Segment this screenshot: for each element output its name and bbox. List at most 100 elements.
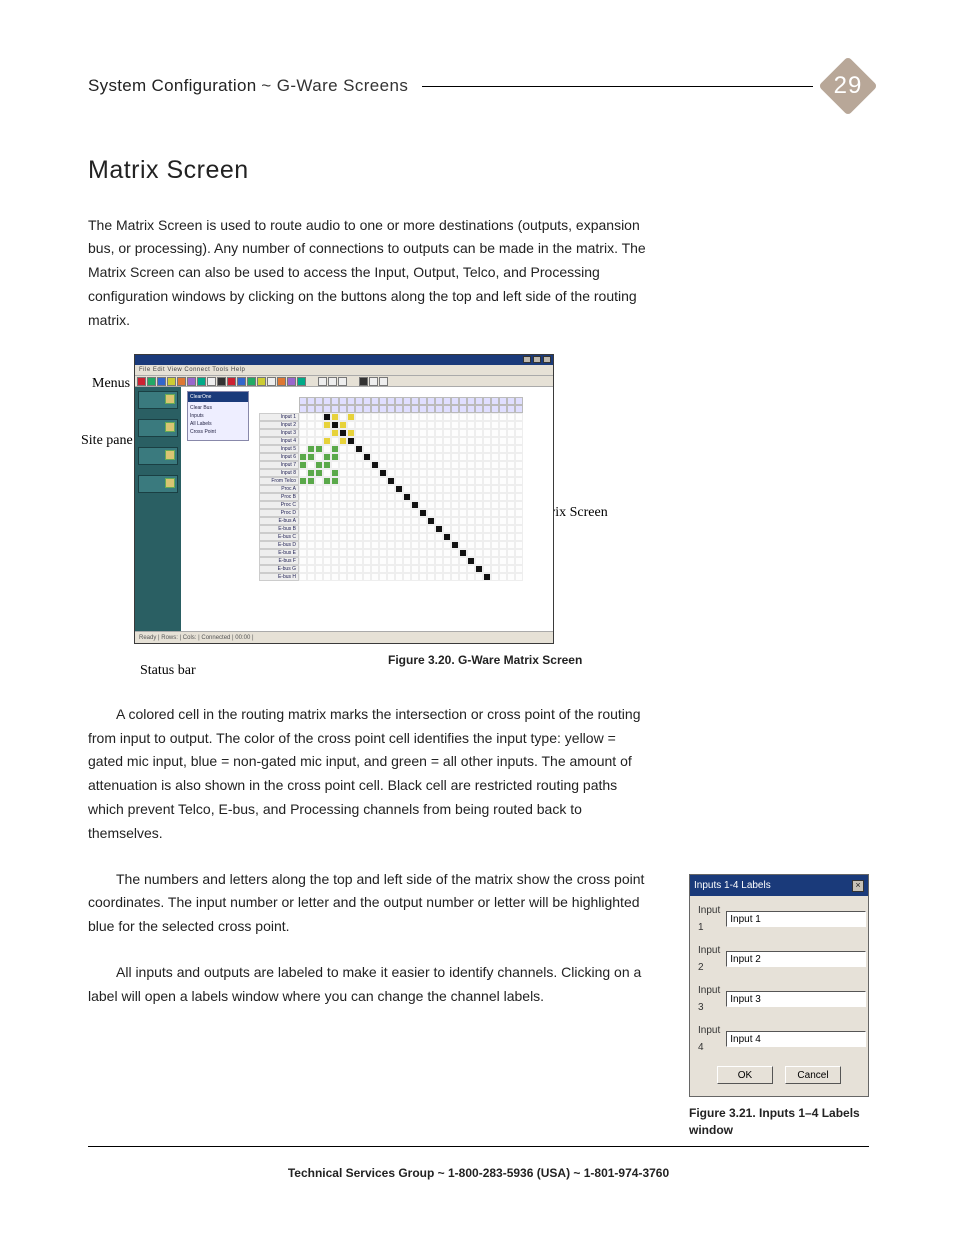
matrix-cell[interactable] [307, 509, 315, 517]
matrix-cell[interactable] [451, 565, 459, 573]
matrix-cell[interactable] [515, 565, 523, 573]
matrix-cell[interactable] [499, 421, 507, 429]
matrix-cell[interactable] [451, 469, 459, 477]
matrix-cell[interactable] [339, 509, 347, 517]
matrix-cell[interactable] [315, 421, 323, 429]
matrix-cell[interactable] [379, 549, 387, 557]
matrix-cell[interactable] [323, 469, 331, 477]
matrix-cell[interactable] [379, 445, 387, 453]
matrix-cell[interactable] [507, 509, 515, 517]
matrix-cell[interactable] [395, 421, 403, 429]
matrix-cell[interactable] [339, 501, 347, 509]
matrix-cell[interactable] [435, 525, 443, 533]
matrix-cell[interactable] [387, 549, 395, 557]
matrix-cell[interactable] [387, 413, 395, 421]
matrix-cell[interactable] [315, 549, 323, 557]
matrix-row-label[interactable]: Input 5 [259, 445, 299, 453]
matrix-cell[interactable] [419, 469, 427, 477]
matrix-cell[interactable] [307, 461, 315, 469]
matrix-cell[interactable] [315, 565, 323, 573]
matrix-cell[interactable] [395, 477, 403, 485]
matrix-cell[interactable] [411, 413, 419, 421]
matrix-cell[interactable] [347, 485, 355, 493]
toolbar-icon[interactable] [137, 377, 146, 386]
matrix-cell[interactable] [355, 469, 363, 477]
matrix-cell[interactable] [411, 453, 419, 461]
matrix-cell[interactable] [507, 501, 515, 509]
matrix-cell[interactable] [347, 501, 355, 509]
matrix-cell[interactable] [419, 477, 427, 485]
site-item[interactable] [138, 419, 178, 437]
matrix-cell[interactable] [387, 429, 395, 437]
matrix-cell[interactable] [403, 469, 411, 477]
toolbar-icon[interactable] [318, 377, 327, 386]
matrix-cell[interactable] [315, 429, 323, 437]
matrix-cell[interactable] [403, 445, 411, 453]
matrix-cell[interactable] [363, 437, 371, 445]
matrix-cell[interactable] [515, 461, 523, 469]
matrix-cell[interactable] [363, 517, 371, 525]
matrix-cell[interactable] [499, 565, 507, 573]
matrix-cell[interactable] [315, 485, 323, 493]
matrix-cell[interactable] [475, 421, 483, 429]
matrix-cell[interactable] [371, 557, 379, 565]
matrix-cell[interactable] [419, 461, 427, 469]
matrix-cell[interactable] [363, 541, 371, 549]
matrix-cell[interactable] [307, 501, 315, 509]
toolbar-icon[interactable] [237, 377, 246, 386]
matrix-cell[interactable] [395, 485, 403, 493]
matrix-cell[interactable] [299, 565, 307, 573]
matrix-cell[interactable] [515, 509, 523, 517]
matrix-cell[interactable] [467, 437, 475, 445]
matrix-cell[interactable] [419, 573, 427, 581]
matrix-cell[interactable] [515, 429, 523, 437]
matrix-cell[interactable] [347, 557, 355, 565]
matrix-cell[interactable] [443, 485, 451, 493]
matrix-area[interactable]: ClearOne Clear Bus Inputs All Labels Cro… [181, 387, 553, 631]
matrix-cell[interactable] [507, 429, 515, 437]
matrix-cell[interactable] [387, 453, 395, 461]
matrix-cell[interactable] [363, 549, 371, 557]
matrix-cell[interactable] [307, 445, 315, 453]
matrix-cell[interactable] [451, 509, 459, 517]
matrix-cell[interactable] [411, 461, 419, 469]
matrix-cell[interactable] [307, 541, 315, 549]
matrix-cell[interactable] [459, 469, 467, 477]
matrix-cell[interactable] [403, 461, 411, 469]
matrix-cell[interactable] [347, 429, 355, 437]
matrix-cell[interactable] [515, 525, 523, 533]
matrix-cell[interactable] [371, 437, 379, 445]
matrix-cell[interactable] [435, 445, 443, 453]
matrix-cell[interactable] [515, 533, 523, 541]
matrix-cell[interactable] [323, 437, 331, 445]
matrix-cell[interactable] [403, 541, 411, 549]
matrix-cell[interactable] [379, 421, 387, 429]
matrix-cell[interactable] [427, 533, 435, 541]
matrix-cell[interactable] [507, 525, 515, 533]
matrix-cell[interactable] [323, 485, 331, 493]
matrix-cell[interactable] [395, 549, 403, 557]
matrix-cell[interactable] [387, 565, 395, 573]
matrix-cell[interactable] [467, 453, 475, 461]
matrix-cell[interactable] [515, 493, 523, 501]
matrix-cell[interactable] [403, 533, 411, 541]
matrix-cell[interactable] [435, 477, 443, 485]
toolbar-icon[interactable] [227, 377, 236, 386]
matrix-cell[interactable] [443, 453, 451, 461]
matrix-cell[interactable] [427, 509, 435, 517]
matrix-cell[interactable] [331, 493, 339, 501]
matrix-cell[interactable] [435, 533, 443, 541]
matrix-row-label[interactable]: From Telco [259, 477, 299, 485]
matrix-cell[interactable] [395, 525, 403, 533]
matrix-cell[interactable] [299, 501, 307, 509]
matrix-cell[interactable] [331, 501, 339, 509]
matrix-cell[interactable] [411, 573, 419, 581]
matrix-cell[interactable] [395, 429, 403, 437]
matrix-cell[interactable] [387, 525, 395, 533]
matrix-cell[interactable] [459, 517, 467, 525]
matrix-cell[interactable] [339, 485, 347, 493]
matrix-cell[interactable] [515, 517, 523, 525]
matrix-cell[interactable] [331, 541, 339, 549]
matrix-cell[interactable] [499, 453, 507, 461]
matrix-cell[interactable] [363, 429, 371, 437]
